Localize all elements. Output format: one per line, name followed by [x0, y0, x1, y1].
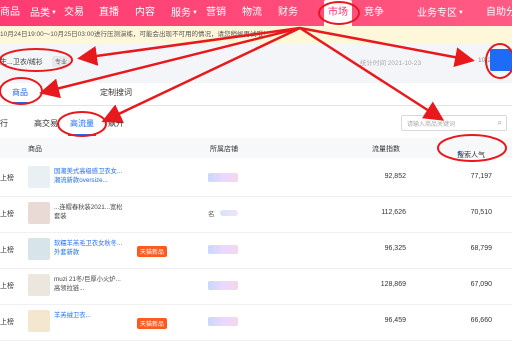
annotation-overlay [0, 1, 512, 162]
circle-date-button [485, 43, 512, 79]
arrow-to-products [39, 26, 301, 99]
circle-products-tab [0, 77, 43, 105]
circle-category [0, 48, 73, 72]
circle-high-traffic [57, 111, 107, 137]
circle-market-tab [318, 1, 360, 25]
circle-search-popularity [437, 134, 507, 162]
